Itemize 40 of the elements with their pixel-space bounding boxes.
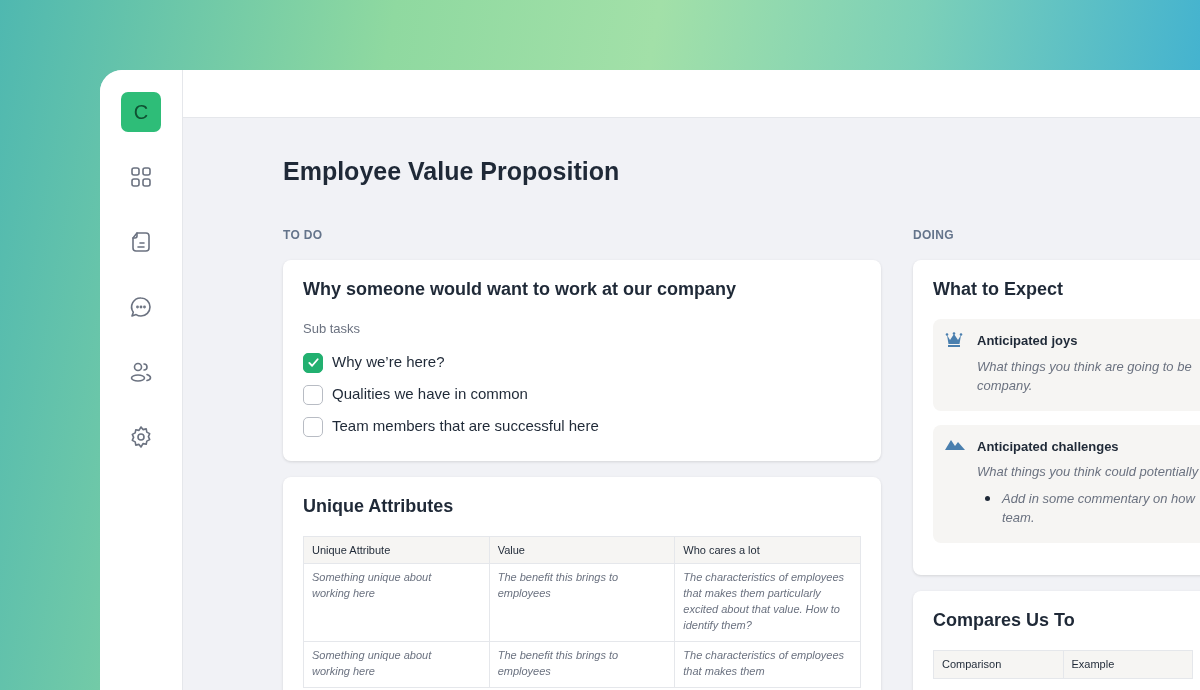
bullet-text: Add in some commentary on how bbox=[1002, 490, 1195, 508]
subtasks-label: Sub tasks bbox=[303, 320, 362, 338]
table-cell: The characteristics of employees that makes them bbox=[674, 641, 861, 688]
people-icon[interactable] bbox=[129, 360, 153, 384]
column-heading: DOING bbox=[913, 227, 955, 244]
callout-title: Anticipated joys bbox=[977, 332, 1079, 350]
chat-icon[interactable] bbox=[129, 295, 153, 319]
column-heading: TO DO bbox=[283, 227, 324, 244]
subtask-label: Qualities we have in common bbox=[332, 384, 528, 405]
table-cell: The characteristics of employees that makes them particularly excited about that value. How to identify them? bbox=[674, 563, 861, 642]
subtask-label: Why we’re here? bbox=[332, 352, 445, 373]
checkbox[interactable] bbox=[303, 416, 323, 437]
logo[interactable]: C bbox=[121, 92, 161, 132]
subtask-label: Team members that are successful here bbox=[332, 416, 599, 437]
page-title: Employee Value Proposition bbox=[283, 156, 621, 186]
table-cell: Something unique about working here bbox=[303, 563, 490, 642]
card-title: What to Expect bbox=[933, 278, 1064, 301]
column-header: Value bbox=[489, 536, 675, 564]
note-icon[interactable] bbox=[129, 230, 153, 254]
checkbox[interactable] bbox=[303, 352, 323, 373]
card-title: Why someone would want to work at our company bbox=[303, 278, 738, 301]
column-header: Who cares a lot bbox=[674, 536, 861, 564]
callout-text: company. bbox=[977, 376, 1034, 395]
bullet-text: team. bbox=[1002, 509, 1036, 527]
callout-title: Anticipated challenges bbox=[977, 437, 1120, 456]
grid-icon[interactable] bbox=[129, 165, 153, 189]
card-title: Compares Us To bbox=[933, 609, 1076, 632]
column-header: Example bbox=[1063, 650, 1193, 678]
callout-text: What things you think could potentially bbox=[977, 463, 1200, 481]
checkbox[interactable] bbox=[303, 384, 323, 405]
crown-icon bbox=[945, 332, 963, 348]
check-icon bbox=[306, 356, 320, 369]
callout-text: What things you think are going to be bbox=[977, 357, 1193, 376]
column-header: Comparison bbox=[933, 650, 1063, 678]
card-title: Unique Attributes bbox=[303, 494, 455, 518]
column-header: Unique Attribute bbox=[303, 536, 490, 564]
settings-icon[interactable] bbox=[129, 425, 153, 449]
table-cell: The benefit this brings to employees bbox=[489, 641, 675, 688]
table-cell: The benefit this brings to employees bbox=[489, 563, 675, 642]
table-cell: Something unique about working here bbox=[303, 641, 490, 688]
